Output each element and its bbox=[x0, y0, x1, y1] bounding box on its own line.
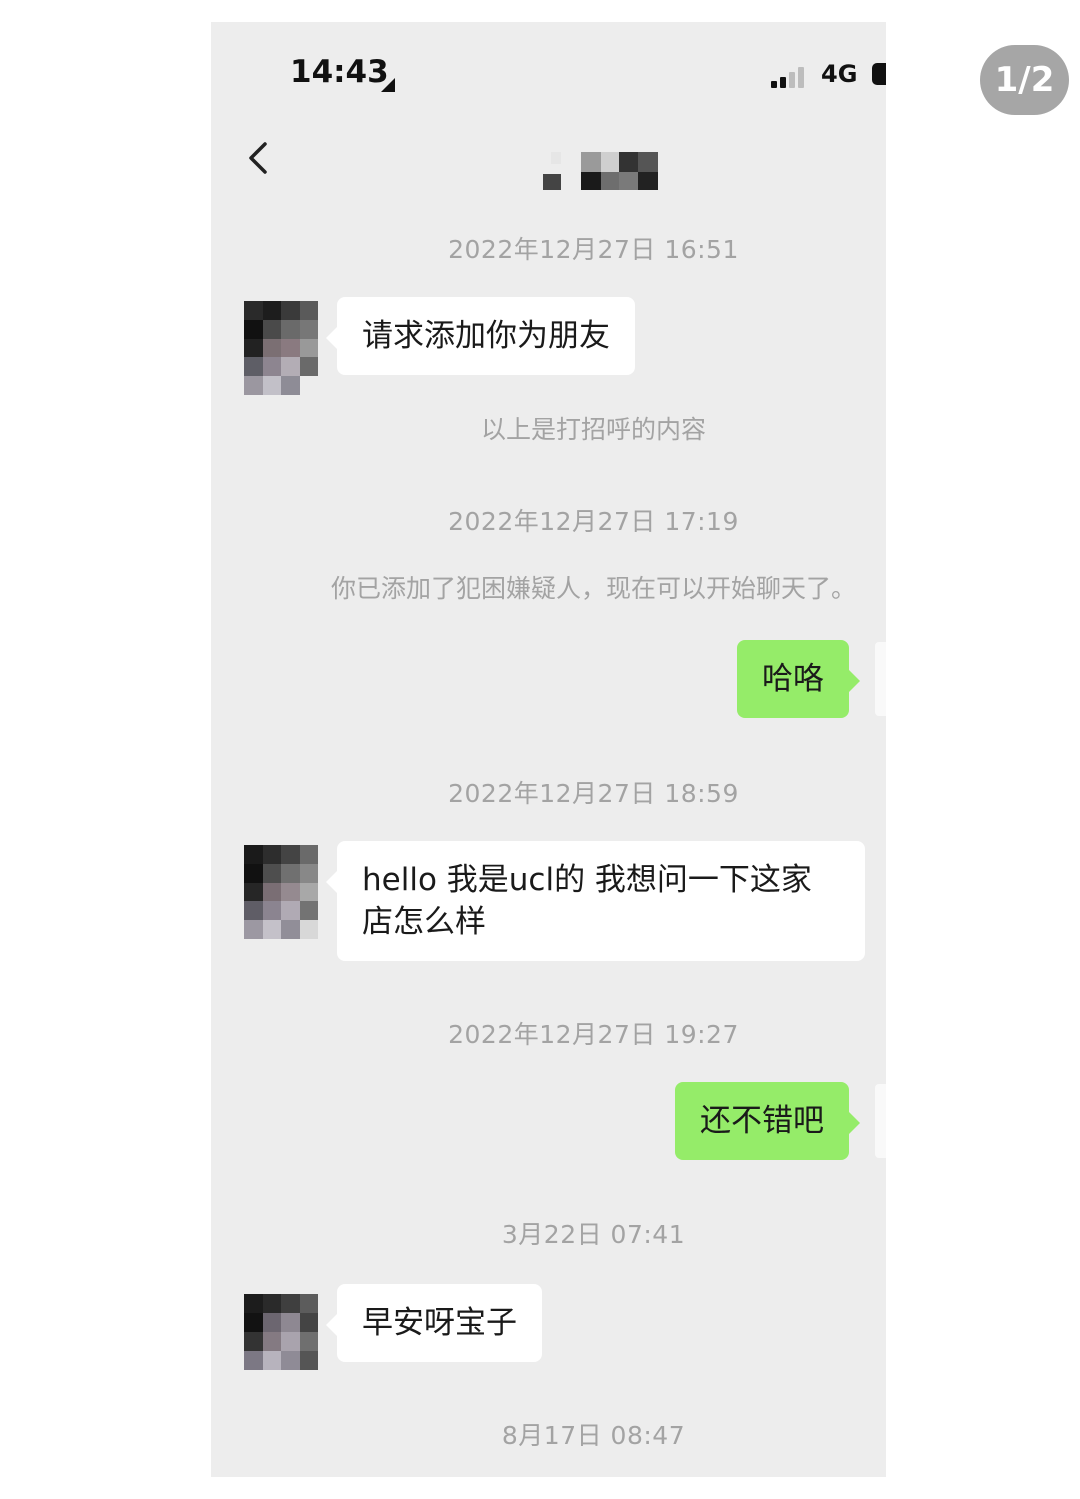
timestamp: 2022年12月27日 19:27 bbox=[448, 1020, 739, 1049]
avatar[interactable] bbox=[244, 845, 318, 939]
back-button[interactable] bbox=[241, 140, 281, 180]
timestamp: 3月22日 07:41 bbox=[501, 1220, 686, 1249]
avatar[interactable] bbox=[244, 301, 318, 395]
status-time: 14:43 bbox=[290, 54, 389, 90]
system-message: 你已添加了犯困嫌疑人，现在可以开始聊天了。 bbox=[330, 574, 856, 603]
contact-name-mosaic bbox=[543, 152, 658, 190]
outgoing-message[interactable]: 还不错吧 bbox=[675, 1082, 860, 1160]
system-message: 以上是打招呼的内容 bbox=[480, 415, 706, 444]
incoming-message[interactable]: 请求添加你为朋友 bbox=[326, 297, 635, 375]
signal-icon bbox=[771, 66, 811, 88]
self-avatar[interactable] bbox=[875, 642, 886, 716]
phone-screen: 14:43 4G 2022年12月27日 16:51 请求添加你为朋友 以上是打 bbox=[211, 22, 886, 1477]
timestamp: 2022年12月27日 18:59 bbox=[448, 779, 739, 808]
timestamp: 2022年12月27日 17:19 bbox=[448, 507, 739, 536]
battery-icon bbox=[872, 63, 886, 85]
avatar[interactable] bbox=[244, 1294, 318, 1370]
timestamp: 2022年12月27日 16:51 bbox=[448, 235, 739, 264]
chevron-left-icon bbox=[249, 142, 267, 174]
self-avatar[interactable] bbox=[875, 1084, 886, 1158]
incoming-message[interactable]: 早安呀宝子 bbox=[326, 1284, 542, 1362]
outgoing-message[interactable]: 哈咯 bbox=[737, 640, 860, 718]
network-type: 4G bbox=[821, 60, 858, 88]
page-indicator: 1/2 bbox=[980, 45, 1069, 115]
timestamp: 8月17日 08:47 bbox=[501, 1421, 686, 1450]
incoming-message[interactable]: hello 我是ucl的 我想问一下这家店怎么样 bbox=[326, 841, 865, 961]
location-arrow-icon bbox=[381, 78, 395, 92]
